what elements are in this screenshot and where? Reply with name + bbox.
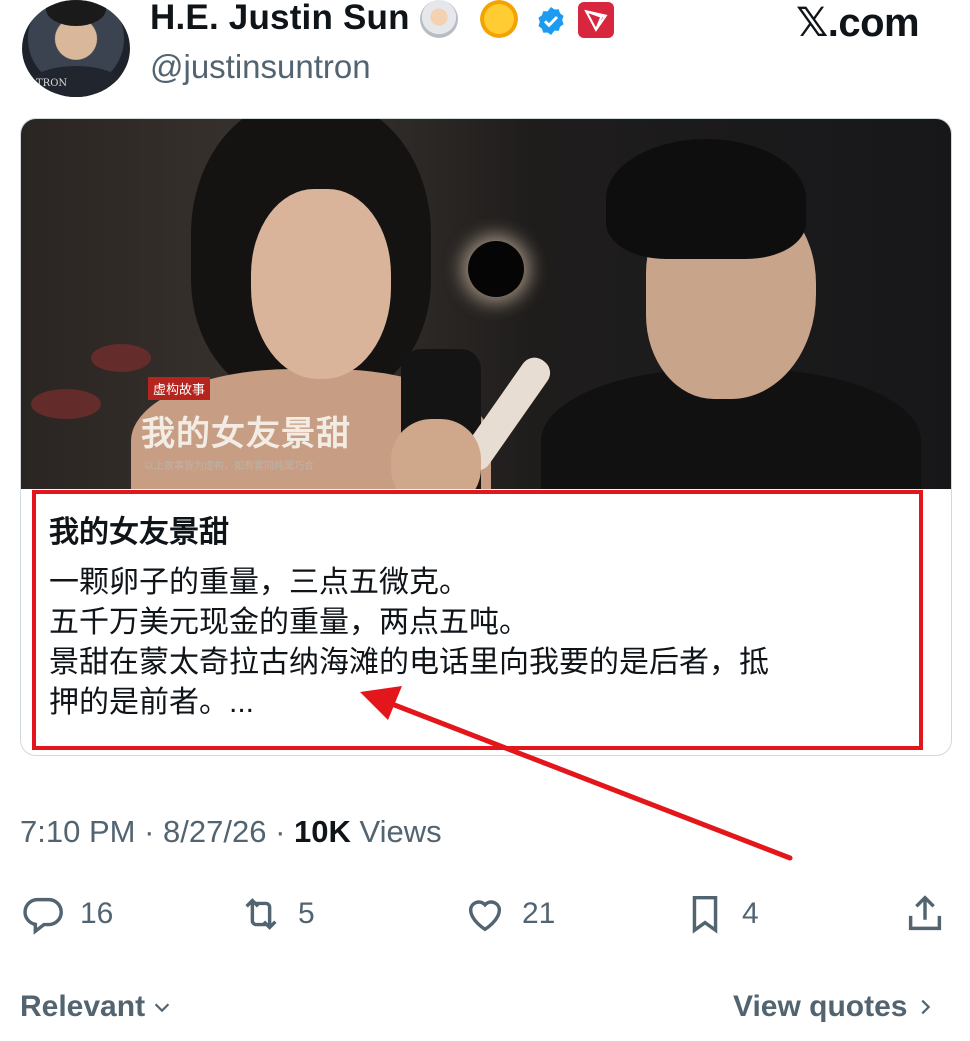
flower-decoration	[91, 344, 151, 372]
views-label: Views	[359, 814, 442, 849]
sort-label: Relevant	[20, 990, 146, 1023]
sun-emoji-icon	[480, 0, 518, 38]
author-name[interactable]: H.E. Justin Sun	[150, 0, 410, 38]
tron-logo-icon	[578, 2, 614, 38]
like-button[interactable]: 21	[462, 890, 555, 938]
flower-decoration	[31, 389, 101, 419]
annotation-box	[32, 490, 923, 750]
chevron-down-icon	[154, 1003, 170, 1013]
eclipse-graphic	[468, 241, 524, 297]
bookmark-button[interactable]: 4	[682, 890, 759, 938]
views-count: 10K	[294, 814, 351, 849]
post-time[interactable]: 7:10 PM	[20, 814, 135, 849]
poster-subtitle: 以上故事皆为虚构，如有雷同纯属巧合	[144, 461, 314, 472]
share-icon	[908, 895, 942, 931]
woman-face	[251, 189, 391, 379]
verified-badge-icon[interactable]	[535, 5, 567, 37]
bookmark-icon	[692, 895, 718, 934]
card-poster-image: 虚构故事 我的女友景甜 以上故事皆为虚构，如有雷同纯属巧合	[21, 119, 951, 489]
like-count: 21	[522, 897, 556, 930]
reply-icon	[23, 897, 63, 935]
avatar[interactable]: TRON	[22, 0, 130, 97]
repost-icon	[245, 898, 277, 930]
poster-badge: 虚构故事	[148, 377, 211, 400]
chevron-right-icon	[920, 999, 930, 1015]
bookmark-count: 4	[742, 897, 759, 930]
astronaut-emoji-icon	[420, 0, 458, 38]
repost-count: 5	[298, 897, 315, 930]
hand	[391, 419, 481, 489]
view-quotes-label: View quotes	[733, 990, 908, 1023]
post-date[interactable]: 8/27/26	[163, 814, 266, 849]
repost-button[interactable]: 5	[238, 890, 315, 938]
view-quotes-link[interactable]: View quotes	[733, 990, 936, 1024]
man-hair	[606, 139, 806, 259]
reply-button[interactable]: 16	[20, 890, 113, 938]
avatar-hair	[46, 0, 106, 26]
poster-title: 我的女友景甜	[141, 414, 351, 454]
reply-count: 16	[80, 897, 114, 930]
share-button[interactable]	[902, 890, 948, 938]
author-handle[interactable]: @justinsuntron	[150, 48, 371, 86]
heart-icon	[468, 900, 502, 932]
avatar-brand-text: TRON	[36, 78, 68, 89]
x-logo: 𝕏.com	[796, 1, 920, 45]
post-meta: 7:10 PM · 8/27/26 · 10K Views	[20, 814, 442, 850]
meta-separator: ·	[275, 814, 286, 849]
sort-dropdown[interactable]: Relevant	[20, 990, 173, 1024]
meta-separator: ·	[144, 814, 155, 849]
